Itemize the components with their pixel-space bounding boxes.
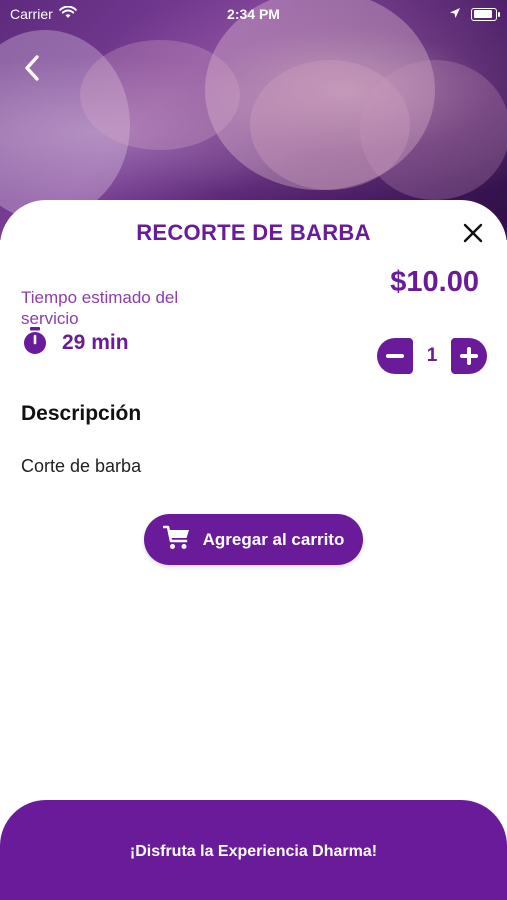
add-to-cart-label: Agregar al carrito [202, 529, 345, 549]
battery-icon [471, 7, 500, 21]
estimated-time: 29 min [22, 327, 129, 359]
status-time: 2:34 PM [227, 6, 280, 22]
footer-banner: ¡Disfruta la Experiencia Dharma! [0, 800, 507, 900]
location-arrow-icon [449, 6, 461, 22]
product-price: $10.00 [390, 266, 479, 298]
product-title: RECORTE DE BARBA [136, 220, 371, 245]
increase-button[interactable] [451, 338, 487, 374]
chevron-left-icon [23, 54, 41, 86]
estimated-time-label: Tiempo estimado del servicio [21, 288, 179, 328]
status-right [449, 6, 500, 22]
quantity-value: 1 [426, 345, 438, 366]
status-bar: Carrier 2:34 PM [0, 0, 507, 28]
back-button[interactable] [14, 50, 50, 90]
quantity-stepper: 1 [377, 338, 487, 374]
cart-icon [162, 525, 191, 555]
description-text: Corte de barba [21, 456, 142, 476]
footer-text: ¡Disfruta la Experiencia Dharma! [129, 843, 378, 860]
description-heading: Descripción [21, 402, 142, 425]
decrease-button[interactable] [377, 338, 413, 374]
estimated-time-value: 29 min [62, 331, 129, 354]
add-to-cart-button[interactable]: Agregar al carrito [144, 514, 363, 565]
stopwatch-icon [22, 327, 48, 359]
close-icon [461, 223, 485, 249]
close-button[interactable] [461, 221, 485, 245]
